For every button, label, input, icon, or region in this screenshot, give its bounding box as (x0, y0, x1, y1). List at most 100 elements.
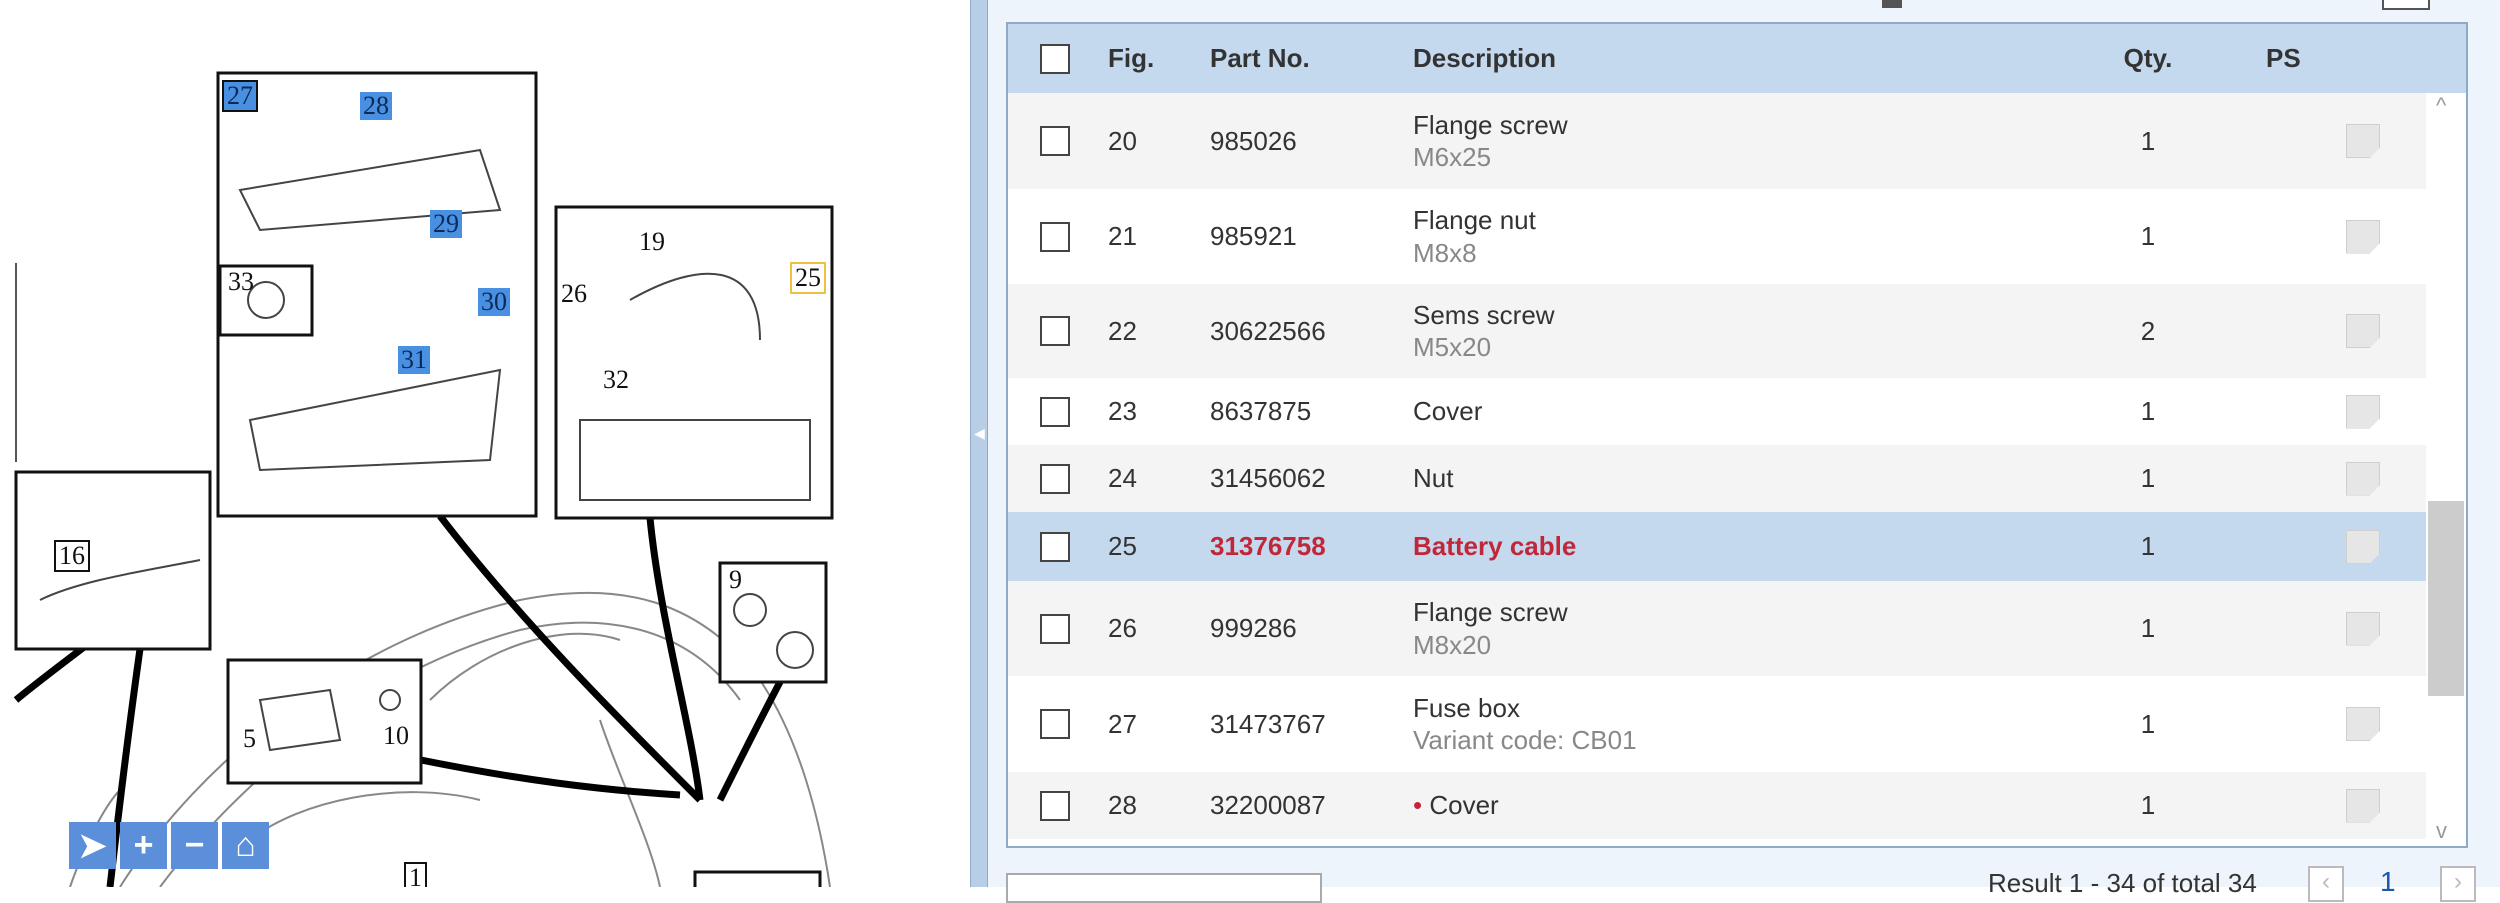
toolbar-control[interactable] (1882, 0, 1902, 8)
callout-16[interactable]: 16 (54, 540, 90, 572)
part-no-cell[interactable]: 985026 (1210, 126, 1297, 157)
description-cell: Flange screw M8x20 (1413, 596, 1568, 661)
header-fig[interactable]: Fig. (1108, 43, 1154, 74)
note-icon[interactable] (2346, 707, 2380, 741)
select-all-checkbox[interactable] (1040, 43, 1070, 74)
result-count: Result 1 - 34 of total 34 (1988, 868, 2257, 898)
cursor-icon[interactable]: ➤ (69, 822, 116, 869)
description-cell: Battery cable (1413, 530, 1576, 563)
description-text: Flange nut (1413, 205, 1536, 235)
note-icon[interactable] (2346, 314, 2380, 348)
description-cell: Fuse box Variant code: CB01 (1413, 692, 1637, 757)
callout-25[interactable]: 25 (790, 262, 826, 294)
part-no-cell[interactable]: 31376758 (1210, 531, 1326, 562)
table-row[interactable]: 25 31376758 Battery cable 1 (1008, 512, 2428, 581)
qty-cell: 1 (2140, 613, 2156, 643)
description-cell: Nut (1413, 462, 1453, 495)
callout-5[interactable]: 5 (240, 725, 259, 753)
description-cell: Cover (1413, 395, 1482, 428)
note-icon[interactable] (2346, 788, 2380, 823)
fig-cell: 22 (1108, 315, 1137, 346)
callout-27[interactable]: 27 (222, 80, 258, 112)
part-no-cell[interactable]: 985921 (1210, 221, 1297, 252)
fig-cell: 27 (1108, 708, 1137, 739)
table-row[interactable]: 20 985026 Flange screw M6x25 1 (1008, 93, 2428, 189)
home-icon[interactable]: ⌂ (222, 822, 269, 869)
description-text: Flange screw (1413, 109, 1568, 140)
fig-cell: 26 (1108, 613, 1137, 643)
description-sub: M6x25 (1413, 142, 1492, 172)
callout-26[interactable]: 26 (558, 280, 590, 308)
description-cell: Flange nut M8x8 (1413, 204, 1536, 269)
table-row[interactable]: 24 31456062 Nut 1 (1008, 445, 2428, 512)
part-no-cell[interactable]: 8637875 (1210, 396, 1311, 427)
callout-9[interactable]: 9 (726, 566, 745, 594)
part-no-cell[interactable]: 999286 (1210, 613, 1297, 644)
row-checkbox[interactable] (1040, 531, 1070, 562)
table-row[interactable]: 27 31473767 Fuse box Variant code: CB01 1 (1008, 676, 2428, 772)
row-checkbox[interactable] (1040, 463, 1070, 494)
callout-10[interactable]: 10 (380, 722, 412, 750)
part-no-cell[interactable]: 31456062 (1210, 463, 1326, 494)
fig-cell: 25 (1108, 531, 1137, 561)
row-checkbox[interactable] (1040, 396, 1070, 427)
qty-cell: 2 (2140, 315, 2156, 346)
table-row[interactable]: 23 8637875 Cover 1 (1008, 378, 2428, 445)
table-row[interactable]: 28 32200087 • Cover 1 (1008, 772, 2428, 839)
description-text: Cover (1413, 396, 1483, 427)
row-checkbox[interactable] (1040, 613, 1070, 644)
description-text: Fuse box (1413, 692, 1520, 723)
note-icon[interactable] (2346, 461, 2380, 496)
scrollbar-thumb[interactable] (2428, 501, 2464, 696)
header-qty[interactable]: Qty. (2108, 43, 2188, 74)
table-scrollbar[interactable]: ^ v (2426, 93, 2466, 846)
part-no-cell[interactable]: 31473767 (1210, 709, 1326, 740)
parts-diagram[interactable]: 27 28 29 30 31 33 19 26 25 32 16 9 5 10 … (0, 0, 970, 887)
prev-page-button[interactable]: ‹ (2308, 866, 2344, 902)
scroll-down-icon[interactable]: v (2436, 818, 2447, 844)
table-row[interactable]: 21 985921 Flange nut M8x8 1 (1008, 189, 2428, 284)
table-row[interactable]: 26 999286 Flange screw M8x20 1 (1008, 581, 2428, 676)
row-checkbox[interactable] (1040, 709, 1070, 739)
header-ps[interactable]: PS (2266, 43, 2301, 74)
toolbar-control[interactable] (2382, 0, 2430, 10)
part-no-cell[interactable]: 32200087 (1210, 790, 1326, 821)
callout-29[interactable]: 29 (430, 210, 462, 238)
collapse-arrow-icon[interactable]: ◀ (974, 425, 985, 442)
note-icon[interactable] (2346, 529, 2380, 564)
description-text: Battery cable (1413, 531, 1577, 562)
note-icon[interactable] (2346, 124, 2380, 158)
callout-31[interactable]: 31 (398, 346, 430, 374)
scroll-up-icon[interactable]: ^ (2436, 93, 2446, 119)
callout-30[interactable]: 30 (478, 288, 510, 316)
parts-table: Fig. Part No. Description Qty. PS 20 985… (1006, 22, 2468, 848)
callout-33[interactable]: 33 (225, 268, 257, 296)
note-icon[interactable] (2346, 219, 2380, 254)
footer-button[interactable] (1006, 873, 1322, 903)
table-row[interactable]: 22 30622566 Sems screw M5x20 2 (1008, 284, 2428, 378)
row-checkbox[interactable] (1040, 790, 1070, 821)
callout-32[interactable]: 32 (600, 366, 632, 394)
qty-cell: 1 (2140, 221, 2156, 251)
note-icon[interactable] (2346, 394, 2380, 429)
description-text: Cover (1429, 790, 1499, 821)
panel-splitter[interactable]: ◀ (970, 0, 988, 887)
row-checkbox[interactable] (1040, 221, 1070, 252)
description-sub: Variant code: CB01 (1413, 725, 1637, 755)
description-cell: Flange screw M6x25 (1413, 109, 1568, 174)
row-checkbox[interactable] (1040, 316, 1070, 346)
part-no-cell[interactable]: 30622566 (1210, 316, 1326, 347)
callout-28[interactable]: 28 (360, 92, 392, 120)
qty-cell: 1 (2140, 790, 2156, 820)
minus-icon[interactable]: − (171, 822, 218, 869)
next-page-button[interactable]: › (2440, 866, 2476, 902)
callout-19[interactable]: 19 (636, 228, 668, 256)
note-icon[interactable] (2346, 611, 2380, 646)
row-checkbox[interactable] (1040, 126, 1070, 156)
header-description[interactable]: Description (1413, 42, 1556, 75)
fig-cell: 20 (1108, 125, 1137, 156)
callout-1[interactable]: 1 (404, 862, 427, 887)
current-page[interactable]: 1 (2380, 866, 2396, 898)
plus-icon[interactable]: + (120, 822, 167, 869)
header-part-no[interactable]: Part No. (1210, 43, 1310, 74)
